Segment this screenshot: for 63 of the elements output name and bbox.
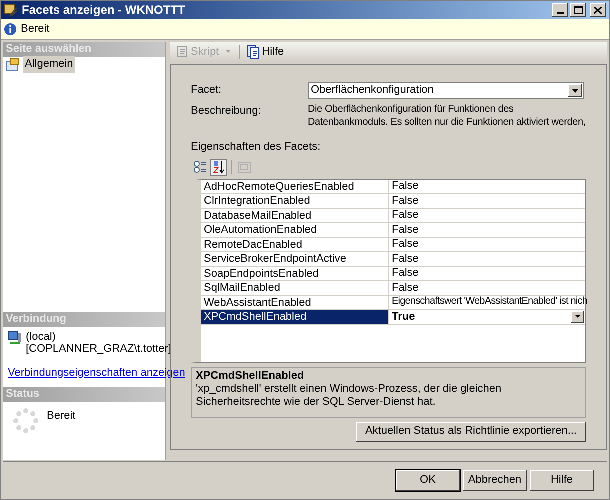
caret-icon bbox=[574, 315, 580, 318]
info-icon bbox=[4, 22, 17, 36]
status-text: Bereit bbox=[21, 22, 50, 37]
maximize-button[interactable] bbox=[570, 3, 586, 17]
property-value: Eigenschaftswert 'WebAssistantEnabled' ist nich bbox=[392, 295, 588, 310]
app-icon bbox=[4, 3, 18, 17]
property-name[interactable]: OleAutomationEnabled bbox=[201, 223, 389, 238]
status-text: Bereit bbox=[47, 409, 76, 424]
property-value: True bbox=[392, 310, 416, 324]
scroll-icon bbox=[175, 45, 189, 59]
property-value: False bbox=[392, 266, 420, 280]
property-value: False bbox=[392, 280, 420, 295]
help-title: XPCmdShellEnabled bbox=[196, 370, 306, 382]
minimize-icon bbox=[556, 12, 564, 14]
dialog-button[interactable]: Abbrechen bbox=[463, 470, 527, 491]
caret-icon bbox=[572, 88, 578, 92]
dropdown-button[interactable] bbox=[568, 84, 582, 97]
server-name: (local) bbox=[26, 330, 57, 342]
property-name[interactable]: SqlMailEnabled bbox=[201, 281, 389, 296]
user-name: [COPLANNER_GRAZ\t.totter] bbox=[26, 342, 172, 354]
minimize-button[interactable] bbox=[552, 3, 568, 17]
property-name[interactable]: ServiceBrokerEndpointActive bbox=[201, 252, 389, 266]
property-value: False bbox=[392, 208, 420, 222]
description-text: Datenbankmoduls. Es sollten nur die Funktionen aktiviert werden, bbox=[308, 116, 586, 129]
sort-alphabetical-button[interactable] bbox=[210, 158, 227, 176]
connection-properties-link[interactable]: Verbindungseigenschaften anzeigen bbox=[3, 364, 190, 381]
close-button[interactable] bbox=[590, 3, 606, 17]
description-label: Beschreibung: bbox=[191, 104, 262, 119]
property-value: False bbox=[392, 179, 420, 194]
window-title: Facets anzeigen - WKNOTTT bbox=[22, 2, 186, 19]
facet-dropdown[interactable]: Oberflächenkonfiguration bbox=[308, 82, 584, 99]
page-icon bbox=[6, 58, 20, 72]
section-header: Verbindung bbox=[3, 312, 165, 326]
server-icon bbox=[8, 330, 22, 344]
property-value: False bbox=[392, 252, 420, 266]
dialog-button[interactable]: OK bbox=[396, 470, 460, 491]
property-name[interactable]: DatabaseMailEnabled bbox=[201, 208, 389, 223]
dialog-button[interactable]: Hilfe bbox=[530, 470, 594, 491]
section-header: Seite auswählen bbox=[3, 42, 165, 57]
property-value: False bbox=[392, 237, 420, 252]
section-header: Status bbox=[3, 387, 165, 402]
property-name[interactable]: ClrIntegrationEnabled bbox=[201, 194, 389, 208]
property-value: False bbox=[392, 194, 420, 208]
help-button[interactable]: Hilfe bbox=[245, 44, 286, 60]
property-name[interactable]: RemoteDacEnabled bbox=[201, 238, 389, 252]
property-value: False bbox=[392, 222, 420, 237]
export-policy-button[interactable]: Aktuellen Status als Richtlinie exportieren... bbox=[356, 422, 586, 442]
properties-label: Eigenschaften des Facets: bbox=[191, 140, 322, 155]
sidebar-item[interactable]: Allgemein bbox=[23, 56, 76, 73]
facet-label: Facet: bbox=[191, 83, 223, 98]
progress-spinner-icon bbox=[13, 408, 39, 434]
caret-icon bbox=[224, 50, 234, 54]
help-text: 'xp_cmdshell' erstellt einen Windows-Prozess, der die gleichen Sicherheitsrechte wie der SQL Server-Dienst hat. bbox=[196, 382, 503, 408]
close-icon bbox=[594, 6, 602, 14]
document-icon bbox=[246, 45, 260, 59]
property-name[interactable]: XPCmdShellEnabled bbox=[201, 310, 389, 324]
description-text: Die Oberflächenkonfiguration für Funktionen des bbox=[308, 103, 515, 116]
sort-categorized-button[interactable] bbox=[191, 158, 208, 176]
property-name[interactable]: SoapEndpointsEnabled bbox=[201, 266, 389, 281]
dropdown-button[interactable] bbox=[571, 310, 584, 323]
property-name[interactable]: AdHocRemoteQueriesEnabled bbox=[201, 180, 389, 194]
facet-value: Oberflächenkonfiguration bbox=[311, 83, 435, 98]
maximize-icon bbox=[574, 6, 582, 14]
